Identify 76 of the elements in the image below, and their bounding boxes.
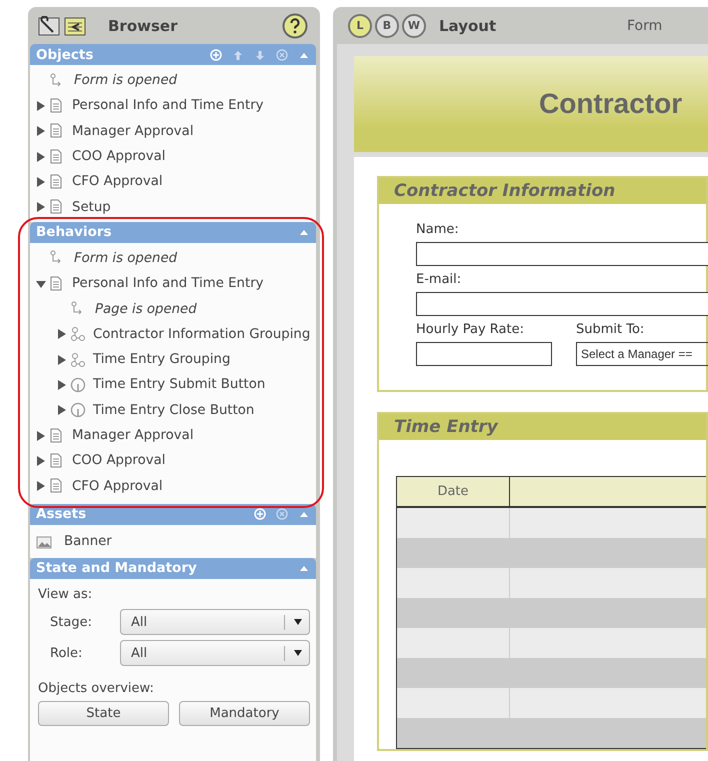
section-heading: Time Entry (379, 414, 706, 440)
tree-item[interactable]: Time Entry Grouping (93, 352, 230, 368)
mode-button[interactable]: B (375, 14, 399, 38)
tree-item[interactable]: Personal Info and Time Entry (72, 276, 264, 292)
input-field[interactable] (416, 292, 708, 316)
banner-title: Contractor (539, 88, 682, 120)
image-icon (36, 534, 52, 549)
collapsed-triangle-icon[interactable] (36, 456, 46, 466)
collapsed-triangle-icon[interactable] (57, 354, 67, 365)
column-header: Date (397, 477, 510, 506)
asset-item[interactable]: Banner (64, 534, 112, 550)
tree-item[interactable]: Page is opened (95, 302, 197, 317)
panel-title: Layout (439, 16, 498, 34)
caret-icon (293, 649, 303, 658)
tree-item[interactable]: Setup (72, 200, 111, 215)
wrench-icon (38, 16, 60, 36)
mode-button[interactable]: W (402, 14, 426, 38)
tree-item[interactable]: Form is opened (74, 73, 178, 88)
add-icon (254, 508, 266, 520)
form-tab[interactable]: Form (627, 18, 662, 34)
collapsed-triangle-icon[interactable] (36, 202, 46, 212)
dropdown[interactable]: All (120, 640, 310, 666)
section-title: State and Mandatory (36, 560, 198, 576)
group-icon (70, 352, 86, 368)
collapsed-triangle-icon[interactable] (57, 329, 67, 340)
button-icon (70, 376, 86, 393)
section-heading: Contractor Information (379, 178, 706, 204)
panel-title: Browser (108, 16, 178, 34)
tree-item[interactable]: CFO Approval (72, 478, 163, 494)
tree-item[interactable]: Time Entry Close Button (93, 402, 254, 418)
view-as-label: View as: (38, 586, 94, 602)
tree-item[interactable]: Time Entry Submit Button (93, 377, 266, 392)
field-label: Hourly Pay Rate: (416, 322, 525, 337)
collapsed-triangle-icon[interactable] (36, 481, 46, 492)
select-label: Role: (50, 646, 84, 661)
expanded-triangle-icon[interactable] (36, 278, 46, 289)
tree-item[interactable]: Personal Info and Time Entry (72, 98, 264, 114)
section-title: Behaviors (36, 224, 113, 240)
remove-icon (276, 48, 288, 60)
collapsed-triangle-icon[interactable] (57, 405, 67, 416)
input-field[interactable] (416, 342, 552, 366)
section-title: Objects (36, 46, 94, 62)
dropdown[interactable]: All (120, 609, 310, 636)
collapsed-triangle-icon[interactable] (36, 100, 46, 111)
select-field[interactable]: Select a Manager == (576, 342, 708, 366)
collapsed-triangle-icon[interactable] (36, 152, 46, 162)
field-label: Submit To: (576, 322, 646, 337)
input-field[interactable] (416, 242, 708, 266)
remove-icon (276, 508, 288, 520)
field-label: Name: (416, 222, 460, 237)
button-icon (70, 402, 86, 418)
overview-label: Objects overview: (38, 680, 155, 696)
caret-icon (293, 618, 303, 626)
group-icon (70, 326, 86, 342)
collapsed-triangle-icon[interactable] (36, 176, 46, 187)
collapsed-triangle-icon[interactable] (36, 126, 46, 136)
mode-button[interactable]: L (348, 14, 372, 38)
collapsed-triangle-icon[interactable] (57, 380, 67, 390)
tree-item[interactable]: CFO Approval (72, 174, 163, 190)
tree-item[interactable]: COO Approval (72, 453, 166, 468)
tree-item[interactable]: Manager Approval (72, 124, 194, 139)
tree-item[interactable]: Contractor Information Grouping (93, 326, 310, 342)
overview-button[interactable]: State (38, 700, 169, 726)
up-arrow-icon (232, 48, 244, 60)
tree-item[interactable]: Manager Approval (72, 428, 194, 443)
help-icon[interactable] (282, 12, 308, 38)
field-label: E-mail: (416, 272, 462, 287)
add-icon (210, 48, 222, 60)
overview-button[interactable]: Mandatory (179, 700, 310, 726)
collapsed-triangle-icon[interactable] (36, 430, 46, 440)
section-title: Assets (36, 506, 88, 522)
tree-item[interactable]: COO Approval (72, 149, 166, 164)
down-arrow-icon (254, 48, 266, 60)
select-label: Stage: (50, 614, 93, 630)
tree-item[interactable]: Form is opened (74, 250, 178, 266)
form-icon (64, 16, 86, 36)
